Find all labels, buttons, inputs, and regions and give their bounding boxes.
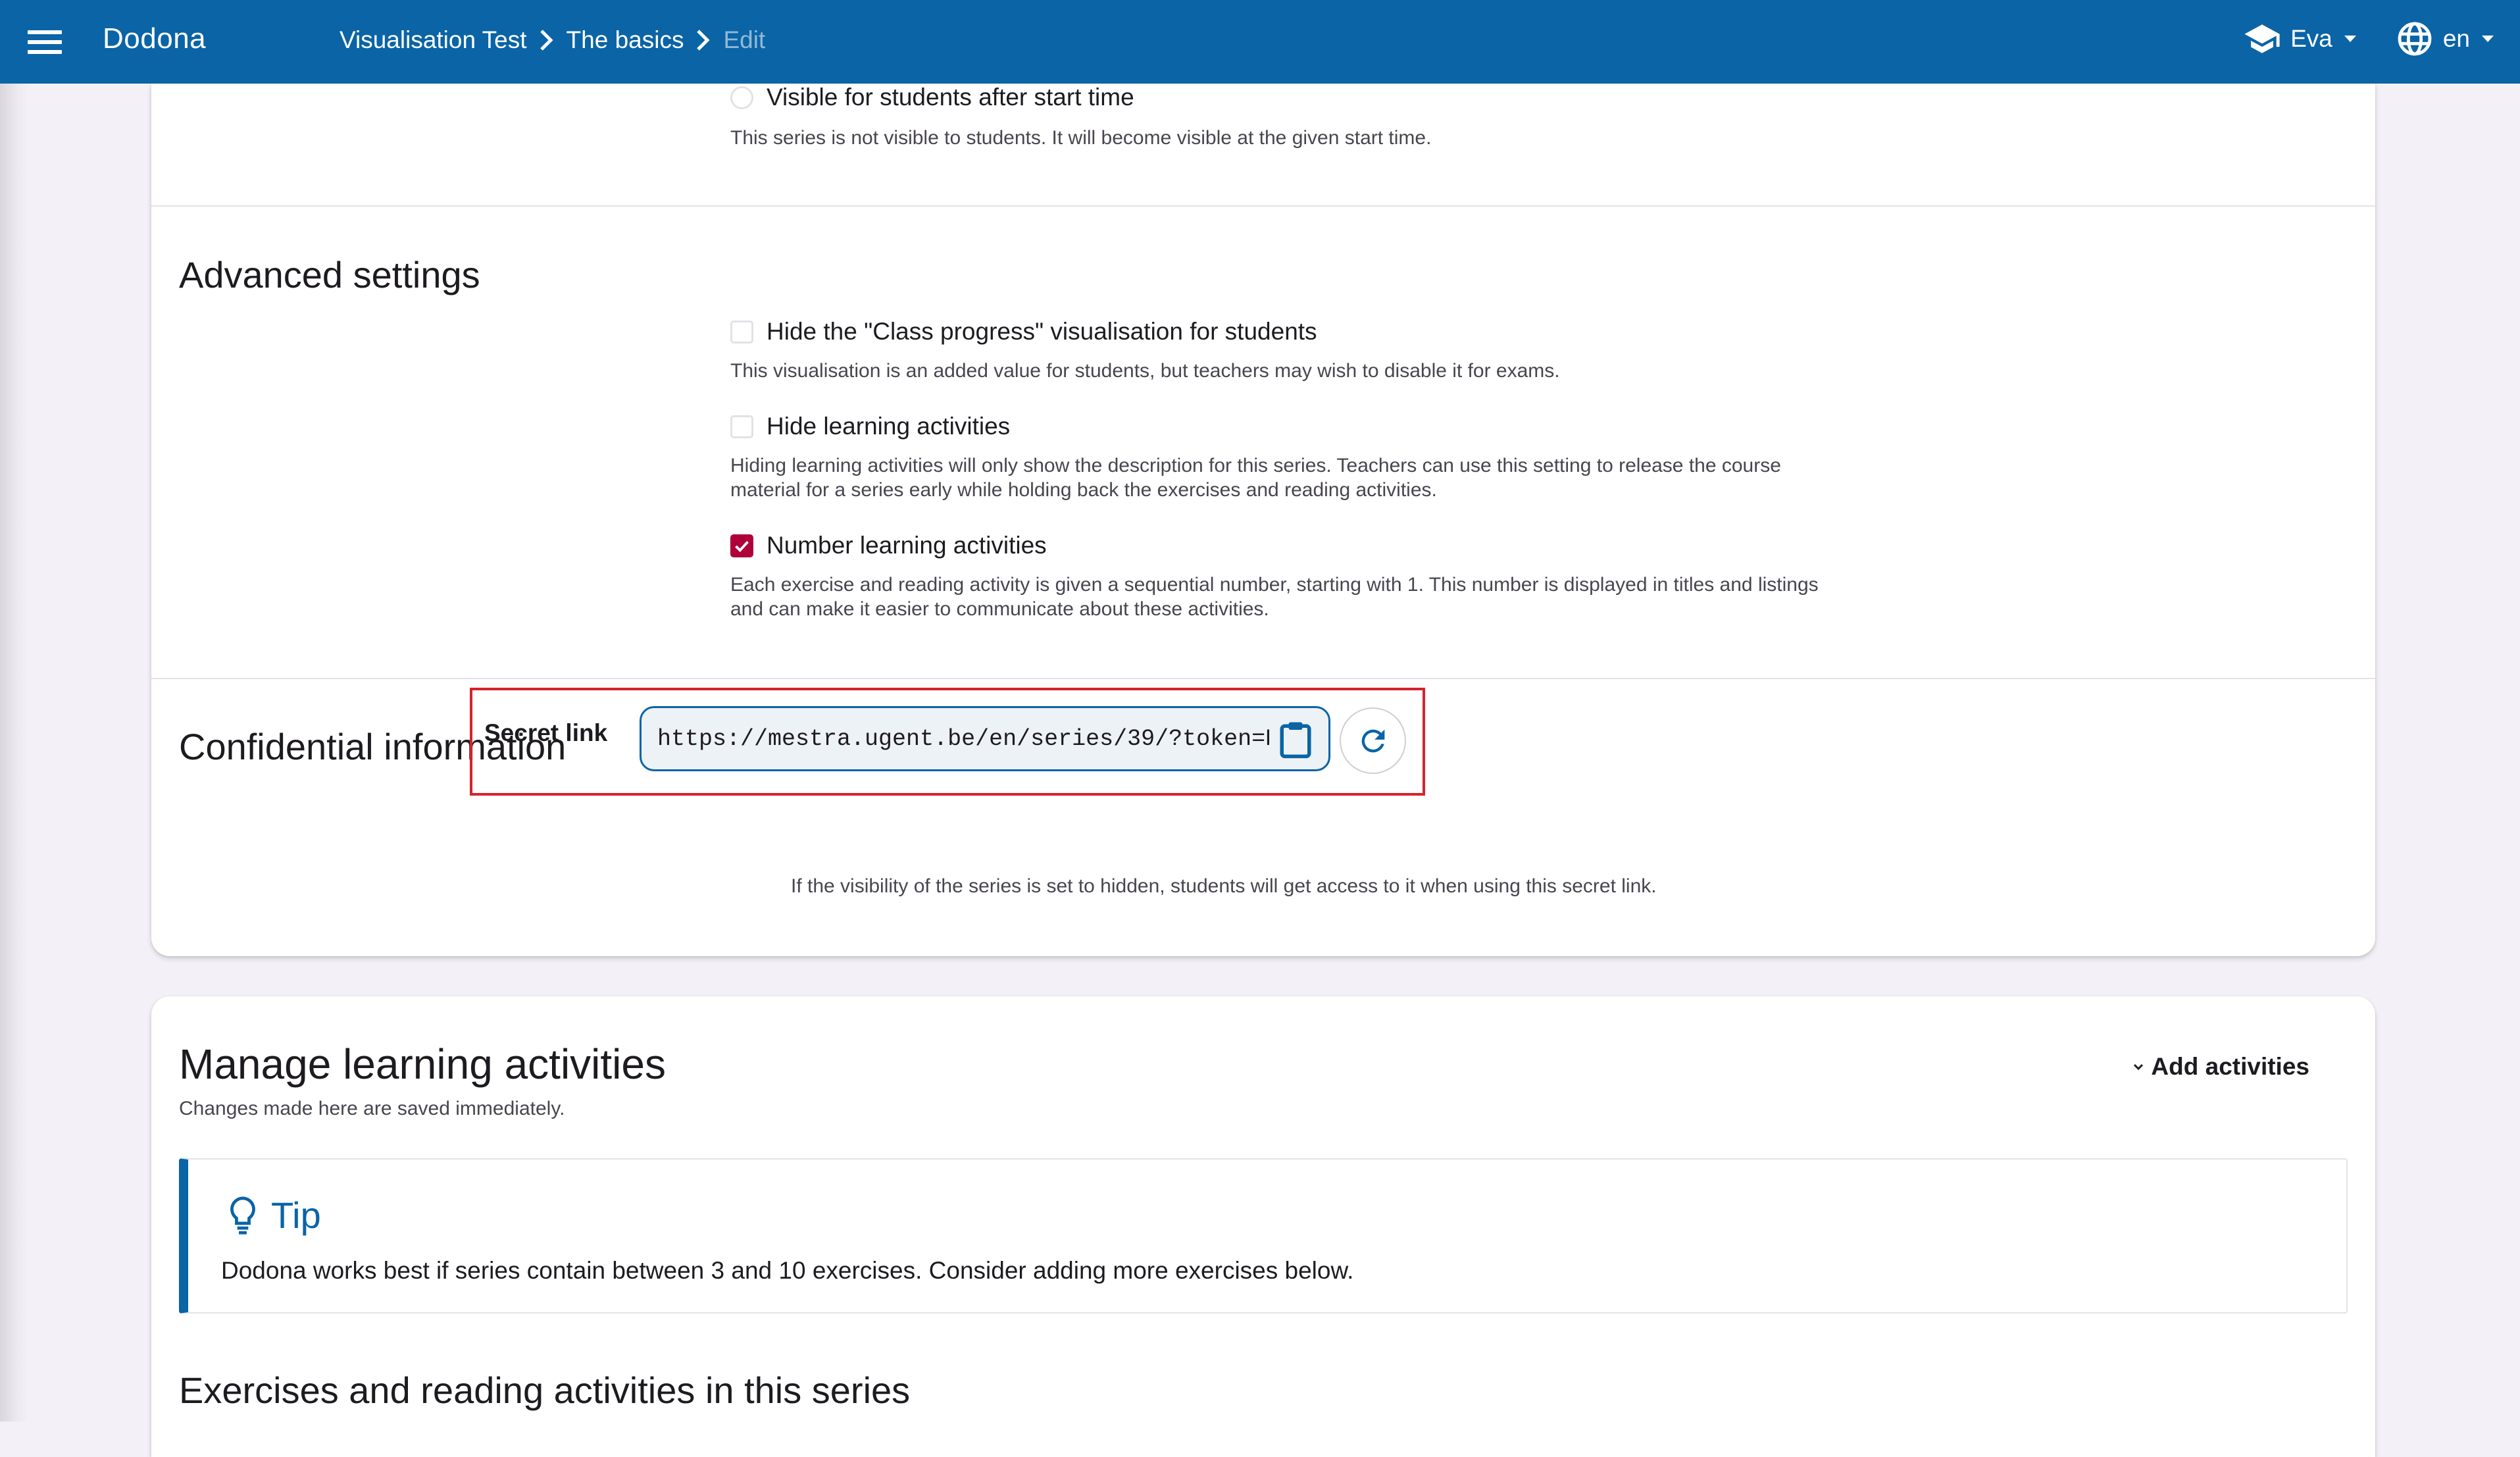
option-help: This visualisation is an added value for… bbox=[730, 360, 1560, 382]
regenerate-link-button[interactable] bbox=[1340, 707, 1406, 774]
user-menu-button[interactable]: Eva bbox=[2243, 20, 2356, 58]
advanced-settings-title: Advanced settings bbox=[179, 254, 480, 295]
exercises-section-title: Exercises and reading activities in this… bbox=[179, 1369, 911, 1411]
top-app-bar: Dodona Visualisation Test The basics Edi… bbox=[0, 0, 2520, 84]
hide-class-progress-option: Hide the "Class progress" visualisation … bbox=[730, 318, 1849, 383]
breadcrumb: Visualisation Test The basics Edit bbox=[340, 26, 765, 54]
manage-activities-subtitle: Changes made here are saved immediately. bbox=[179, 1098, 565, 1119]
hide-learning-activities-option: Hide learning activities Hiding learning… bbox=[730, 413, 1849, 502]
divider bbox=[151, 678, 2375, 679]
tip-title: Tip bbox=[271, 1194, 321, 1236]
visibility-option-label: Visible for students after start time bbox=[767, 84, 1134, 111]
secret-link-help: If the visibility of the series is set t… bbox=[791, 875, 1657, 897]
language-code: en bbox=[2442, 25, 2470, 52]
chevron-right-icon bbox=[527, 28, 567, 52]
chevron-down-icon bbox=[2134, 1063, 2144, 1071]
series-settings-card: Visible for students after start time Th… bbox=[151, 84, 2375, 956]
secret-link-field bbox=[640, 706, 1330, 771]
caret-down-icon bbox=[2482, 36, 2494, 42]
option-label: Hide learning activities bbox=[767, 413, 1011, 440]
visibility-radio[interactable] bbox=[730, 86, 753, 109]
divider bbox=[151, 205, 2375, 207]
breadcrumb-item-series[interactable]: The basics bbox=[567, 26, 684, 54]
chevron-right-icon bbox=[684, 28, 723, 52]
sidebar-edge bbox=[0, 84, 29, 1421]
clipboard-icon[interactable] bbox=[1277, 720, 1314, 759]
manage-activities-title: Manage learning activities bbox=[179, 1040, 666, 1088]
option-label: Hide the "Class progress" visualisation … bbox=[767, 318, 1317, 345]
hamburger-menu-icon[interactable] bbox=[28, 25, 62, 59]
visibility-option-help: This series is not visible to students. … bbox=[730, 127, 1432, 149]
tip-box: Tip Dodona works best if series contain … bbox=[179, 1158, 2348, 1314]
globe-icon bbox=[2398, 22, 2432, 56]
option-help: Each exercise and reading activity is gi… bbox=[730, 574, 1819, 620]
option-label: Number learning activities bbox=[767, 532, 1047, 559]
add-activities-button[interactable]: Add activities bbox=[2132, 1053, 2309, 1081]
user-name: Eva bbox=[2290, 25, 2332, 52]
refresh-icon bbox=[1361, 729, 1384, 752]
add-activities-label: Add activities bbox=[2151, 1053, 2309, 1080]
language-menu-button[interactable]: en bbox=[2396, 20, 2494, 58]
breadcrumb-item-course[interactable]: Visualisation Test bbox=[340, 26, 527, 54]
lightbulb-icon bbox=[230, 1196, 255, 1235]
number-learning-activities-checkbox[interactable] bbox=[730, 534, 753, 557]
secret-link-label: Secret link bbox=[484, 719, 608, 746]
breadcrumb-item-current: Edit bbox=[723, 26, 766, 53]
tip-text: Dodona works best if series contain betw… bbox=[221, 1257, 1354, 1284]
graduation-cap-icon bbox=[2244, 24, 2280, 53]
check-icon bbox=[735, 540, 749, 552]
option-help: Hiding learning activities will only sho… bbox=[730, 455, 1781, 501]
number-learning-activities-option: Number learning activities Each exercise… bbox=[730, 532, 1849, 621]
visibility-option: Visible for students after start time Th… bbox=[730, 84, 1849, 150]
caret-down-icon bbox=[2344, 36, 2356, 42]
manage-activities-card: Manage learning activities Changes made … bbox=[151, 996, 2375, 1457]
brand-logo-text[interactable]: Dodona bbox=[103, 22, 206, 55]
hide-class-progress-checkbox[interactable] bbox=[730, 320, 753, 344]
secret-link-input[interactable] bbox=[657, 725, 1269, 752]
hide-learning-activities-checkbox[interactable] bbox=[730, 415, 753, 438]
